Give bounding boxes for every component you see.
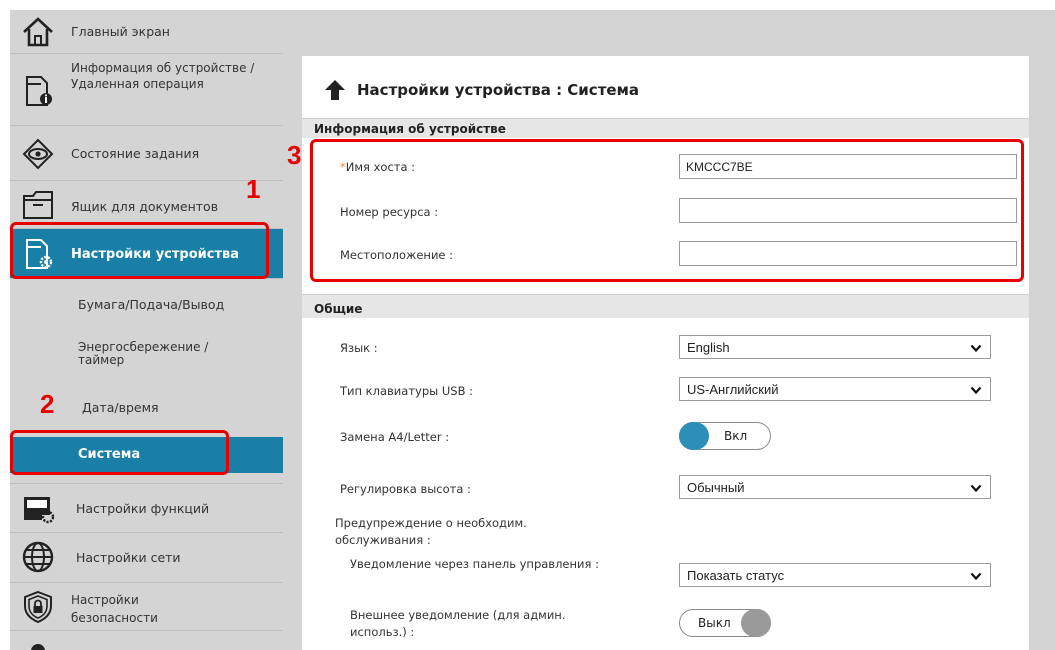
eye-icon bbox=[18, 134, 58, 174]
subitem-label: Бумага/Подача/Вывод bbox=[78, 297, 225, 312]
sidebar-item-device-info[interactable]: Информация об устройстве / Удаленная опе… bbox=[10, 54, 283, 126]
device-info-icon bbox=[18, 71, 58, 111]
section-general: Общие bbox=[302, 294, 1029, 318]
sidebar-item-more[interactable] bbox=[10, 631, 283, 650]
toggle-knob bbox=[741, 609, 771, 637]
panel-notify-select[interactable]: Показать статус bbox=[679, 563, 991, 587]
subitem-paper[interactable]: Бумага/Подача/Вывод bbox=[10, 279, 283, 329]
sidebar-item-network[interactable]: Настройки сети bbox=[10, 533, 283, 583]
annotation-step-3: 3 bbox=[287, 140, 302, 170]
home-icon bbox=[18, 12, 58, 52]
a4-letter-label: Замена A4/Letter : bbox=[340, 430, 450, 444]
sidebar-item-security[interactable]: Настройки безопасности bbox=[10, 583, 283, 631]
altitude-label: Регулировка высота : bbox=[340, 482, 471, 496]
section-title: Общие bbox=[314, 302, 363, 316]
panel-notify-label: Уведомление через панель управления : bbox=[350, 557, 599, 571]
sidebar-item-label: Состояние задания bbox=[71, 146, 200, 161]
sidebar-item-label: Ящик для документов bbox=[71, 199, 219, 214]
maintenance-warning-label: Предупреждение о необходим. обслуживания… bbox=[335, 516, 527, 547]
sidebar-item-home[interactable]: Главный экран bbox=[10, 10, 283, 54]
section-title: Информация об устройстве bbox=[314, 122, 506, 136]
toggle-state: Вкл bbox=[724, 429, 748, 443]
chevron-down-icon bbox=[970, 484, 982, 493]
chevron-down-icon bbox=[970, 344, 982, 353]
annotation-step-2: 2 bbox=[40, 389, 55, 419]
top-strip bbox=[283, 10, 1055, 56]
language-label: Язык : bbox=[340, 341, 378, 355]
annotation-step-1: 1 bbox=[246, 174, 261, 204]
sidebar-item-job-status[interactable]: Состояние задания bbox=[10, 126, 283, 181]
sidebar-item-label: Главный экран bbox=[71, 24, 170, 39]
sidebar: Главный экран Информация об устройстве /… bbox=[10, 10, 283, 650]
subitem-label: Энергосбережение / таймер bbox=[78, 340, 209, 367]
subitem-label: Дата/время bbox=[82, 400, 159, 415]
shield-lock-icon bbox=[18, 587, 58, 627]
usb-keyboard-select[interactable]: US-Английский bbox=[679, 377, 991, 401]
a4-letter-toggle[interactable]: Вкл bbox=[679, 422, 771, 450]
page-title-text: Настройки устройства : Система bbox=[357, 81, 639, 99]
sidebar-item-label: Настройки безопасности bbox=[71, 593, 158, 625]
globe-icon bbox=[18, 537, 58, 577]
external-notify-toggle[interactable]: Выкл bbox=[679, 609, 771, 637]
function-settings-icon bbox=[18, 488, 58, 528]
annotation-box-system bbox=[10, 430, 229, 475]
chevron-down-icon bbox=[970, 386, 982, 395]
toggle-knob bbox=[679, 422, 709, 450]
section-device-info: Информация об устройстве bbox=[302, 118, 1029, 138]
sidebar-item-label: Информация об устройстве / Удаленная опе… bbox=[71, 61, 255, 91]
select-value: Показать статус bbox=[687, 567, 785, 583]
sidebar-item-label: Настройки функций bbox=[76, 501, 210, 516]
language-select[interactable]: English bbox=[679, 335, 991, 359]
annotation-box-device-info bbox=[310, 139, 1024, 282]
sidebar-item-label: Настройки сети bbox=[76, 550, 181, 565]
subitem-energy-saver[interactable]: Энергосбережение / таймер bbox=[10, 329, 283, 395]
chevron-down-icon bbox=[970, 572, 982, 581]
select-value: Обычный bbox=[687, 479, 745, 495]
altitude-select[interactable]: Обычный bbox=[679, 475, 991, 499]
external-notify-label: Внешнее уведомление (для админ. использ.… bbox=[350, 608, 566, 639]
usb-keyboard-label: Тип клавиатуры USB : bbox=[340, 384, 473, 398]
user-icon bbox=[18, 637, 58, 650]
arrow-up-icon[interactable] bbox=[323, 78, 347, 102]
sidebar-item-function-settings[interactable]: Настройки функций bbox=[10, 483, 283, 533]
document-box-icon bbox=[18, 185, 58, 225]
select-value: US-Английский bbox=[687, 381, 779, 397]
page-title: Настройки устройства : Система bbox=[323, 76, 639, 104]
select-value: English bbox=[687, 339, 730, 355]
toggle-state: Выкл bbox=[698, 616, 731, 630]
annotation-box-device-settings bbox=[10, 222, 269, 279]
